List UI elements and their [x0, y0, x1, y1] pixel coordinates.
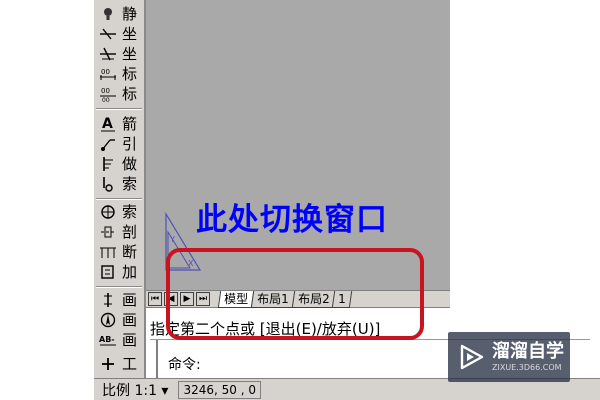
palette-item-leader[interactable]: 引	[98, 134, 137, 154]
command-prompt[interactable]: 命令:	[168, 354, 201, 374]
datum-icon	[98, 155, 118, 173]
palette-item-label: 引	[122, 135, 138, 153]
palette-item-label: 加	[122, 263, 138, 281]
palette-item-label: 坐	[122, 45, 138, 63]
crosshair-icon	[98, 203, 118, 221]
play-logo-icon	[456, 342, 486, 372]
palette-separator	[96, 108, 142, 110]
palette-item-label: 坐	[122, 25, 138, 43]
north-icon	[98, 311, 118, 329]
palette-item-index-2[interactable]: 索	[98, 202, 137, 222]
svg-text:00: 00	[101, 68, 110, 76]
palette-item-coordinate-2[interactable]: 坐	[98, 44, 137, 64]
palette-item-label: 画	[122, 331, 138, 349]
palette-item-label: 断	[122, 243, 138, 261]
dimension-icon: 00	[98, 65, 118, 83]
model-space-canvas[interactable]: Y X	[146, 0, 450, 290]
palette-item-label: 箭	[122, 115, 138, 133]
svg-text:00: 00	[101, 87, 110, 95]
palette-item-label: 标	[122, 85, 138, 103]
palette-item-add[interactable]: 加	[98, 262, 137, 282]
palette-item-label: 索	[122, 175, 138, 193]
palette-item-label: 工	[122, 355, 138, 373]
add-icon	[98, 263, 118, 281]
bulb-icon	[98, 5, 118, 23]
palette-item-label: 静	[122, 5, 138, 23]
watermark-title: 溜溜自学	[492, 341, 564, 362]
palette-item-drawing[interactable]: 画	[98, 290, 137, 310]
title-icon: AB-	[98, 331, 118, 349]
palette-separator	[96, 198, 142, 200]
palette-item-arrow[interactable]: A 箭	[98, 114, 137, 134]
tool-palette: 静 坐 坐 00 标 00 00 标 A 箭 引 做 索 索 剖 断 加 画 画…	[94, 0, 146, 378]
palette-item-label: 做	[122, 155, 138, 173]
break-icon	[98, 243, 118, 261]
index-icon	[98, 175, 118, 193]
palette-item-label: 索	[122, 203, 138, 221]
palette-item-label: 标	[122, 65, 138, 83]
leader-icon	[98, 135, 118, 153]
palette-item-tool[interactable]: 工	[98, 354, 137, 374]
drawing-icon	[98, 291, 118, 309]
coordinate-icon	[98, 25, 118, 43]
text-a-icon: A	[98, 115, 118, 133]
first-arrow-icon: ⏮	[150, 294, 160, 304]
palette-item-north[interactable]: 画	[98, 310, 137, 330]
palette-item-dimension[interactable]: 00 标	[98, 64, 137, 84]
svg-text:Y: Y	[169, 235, 175, 244]
command-divider	[156, 340, 158, 378]
palette-item-section[interactable]: 剖	[98, 222, 137, 242]
right-margin	[450, 0, 600, 312]
palette-separator	[96, 286, 142, 288]
dimension-icon: 00 00	[98, 85, 118, 103]
palette-item-break[interactable]: 断	[98, 242, 137, 262]
highlight-box	[166, 248, 424, 340]
palette-item-title[interactable]: AB- 画	[98, 330, 137, 350]
svg-text:AB-: AB-	[99, 335, 115, 344]
annotation-text: 此处切换窗口	[196, 202, 388, 238]
palette-item-label: 剖	[122, 223, 138, 241]
palette-item-index[interactable]: 索	[98, 174, 137, 194]
palette-item-datum[interactable]: 做	[98, 154, 137, 174]
palette-item-static[interactable]: 静	[98, 4, 137, 24]
tab-nav-first-button[interactable]: ⏮	[148, 292, 162, 306]
svg-text:A: A	[102, 116, 113, 132]
coordinate-icon	[98, 45, 118, 63]
palette-item-label: 画	[122, 311, 138, 329]
watermark: 溜溜自学 ZIXUE.3D66.COM	[448, 332, 570, 382]
scale-selector[interactable]: 比例 1:1 ▾	[102, 380, 168, 400]
palette-item-dimension-2[interactable]: 00 00 标	[98, 84, 137, 104]
section-icon	[98, 223, 118, 241]
palette-item-label: 画	[122, 291, 138, 309]
cad-window: 静 坐 坐 00 标 00 00 标 A 箭 引 做 索 索 剖 断 加 画 画…	[0, 0, 600, 400]
watermark-url: ZIXUE.3D66.COM	[492, 363, 562, 372]
coordinate-readout: 3246, 50 , 0	[178, 380, 261, 399]
plus-icon	[98, 355, 118, 373]
palette-item-coordinate[interactable]: 坐	[98, 24, 137, 44]
left-margin	[0, 0, 94, 400]
watermark-text: 溜溜自学 ZIXUE.3D66.COM	[492, 341, 564, 373]
svg-text:00: 00	[102, 97, 110, 102]
